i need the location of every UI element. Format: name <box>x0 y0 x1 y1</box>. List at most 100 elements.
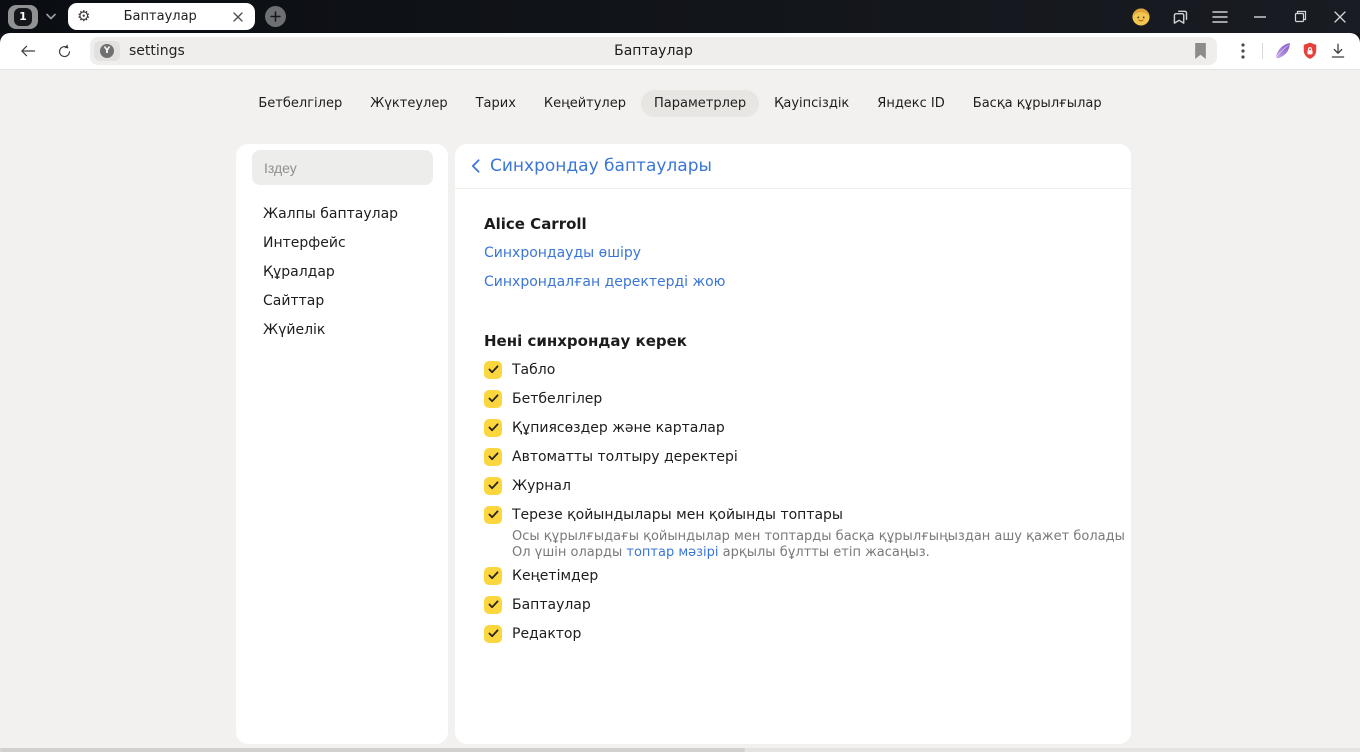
tab-security[interactable]: Қауіпсіздік <box>761 90 862 117</box>
sync-section-title: Нені синхрондау керек <box>484 331 687 350</box>
bookmark-flag-icon <box>1195 43 1206 59</box>
chevron-down-icon <box>46 13 56 20</box>
checkbox-checked[interactable] <box>484 624 502 643</box>
close-icon <box>1334 10 1346 23</box>
sync-option-settings[interactable]: Баптаулар <box>484 590 1102 619</box>
description-text: Ол үшін оларды <box>512 545 627 560</box>
tab-yandex-id[interactable]: Яндекс ID <box>864 90 958 117</box>
settings-page: Бетбелгілер Жүктеулер Тарих Кеңейтулер П… <box>0 70 1360 752</box>
close-tab-icon[interactable] <box>230 9 246 25</box>
sidebar-item-general[interactable]: Жалпы баптаулар <box>236 199 448 228</box>
refresh-icon <box>58 43 70 57</box>
minimize-icon <box>1254 15 1266 18</box>
description-line: Ол үшін оларды топтар мәзірі арқылы бұлт… <box>512 545 1102 561</box>
check-icon <box>488 365 498 374</box>
shield-lock-icon <box>1303 42 1317 59</box>
sidebar-items: Жалпы баптаулар Интерфейс Құралдар Сайтт… <box>236 199 448 344</box>
back-button[interactable] <box>14 37 42 65</box>
disable-sync-link[interactable]: Синхрондауды өшіру <box>484 245 641 261</box>
downloads-button[interactable] <box>1324 37 1352 65</box>
hamburger-icon <box>1212 10 1228 23</box>
profile-avatar[interactable] <box>1122 0 1160 33</box>
checkbox-checked[interactable] <box>484 447 502 466</box>
checkbox-checked[interactable] <box>484 505 502 524</box>
address-toolbar: Y settings Баптаулар <box>0 33 1360 70</box>
checkbox-label: Журнал <box>512 477 571 494</box>
horizontal-scrollbar[interactable] <box>0 748 1360 752</box>
protect-security-button[interactable] <box>1296 37 1324 65</box>
tab-counter-button[interactable]: 1 <box>8 4 38 29</box>
sync-settings-title: Синхрондау баптаулары <box>490 156 712 176</box>
checkbox-label: Терезе қойындылары мен қойынды топтары <box>512 506 843 523</box>
checkbox-label: Автоматты толтыру деректері <box>512 448 738 465</box>
collections-button[interactable] <box>1160 0 1200 33</box>
tabs-dropdown-button[interactable] <box>38 5 64 29</box>
sidebar-item-system[interactable]: Жүйелік <box>236 315 448 344</box>
three-dots-icon <box>1241 43 1245 59</box>
checkbox-checked[interactable] <box>484 476 502 495</box>
check-icon <box>488 452 498 461</box>
collections-icon <box>1173 10 1187 24</box>
search-input[interactable] <box>252 150 433 185</box>
sync-settings-panel: Синхрондау баптаулары Alice Carroll Синх… <box>455 144 1131 744</box>
feather-icon <box>1275 43 1290 59</box>
sync-option-extensions[interactable]: Кеңетімдер <box>484 561 1102 590</box>
scrollbar-thumb[interactable] <box>0 748 745 752</box>
chevron-left-icon <box>471 159 480 173</box>
close-window-button[interactable] <box>1320 0 1360 33</box>
bookmark-button[interactable] <box>1194 43 1207 59</box>
sidebar-item-tools[interactable]: Құралдар <box>236 257 448 286</box>
toolbar-divider <box>1262 43 1263 59</box>
check-icon <box>488 629 498 638</box>
sync-settings-header[interactable]: Синхрондау баптаулары <box>455 144 1131 189</box>
sync-option-bookmarks[interactable]: Бетбелгілер <box>484 384 1102 413</box>
minimize-button[interactable] <box>1240 0 1280 33</box>
tab-history[interactable]: Тарих <box>463 90 529 117</box>
check-icon <box>488 423 498 432</box>
link-row: Синхрондауды өшіру <box>484 238 1102 267</box>
checkbox-checked[interactable] <box>484 360 502 379</box>
sync-option-tableau[interactable]: Табло <box>484 355 1102 384</box>
zen-feather-button[interactable] <box>1268 37 1296 65</box>
description-line: Осы құрылғыдағы қойындылар мен топтарды … <box>512 529 1125 544</box>
sync-option-autofill[interactable]: Автоматты толтыру деректері <box>484 442 1102 471</box>
checkbox-label: Құпиясөздер және карталар <box>512 419 725 436</box>
checkbox-label: Табло <box>512 361 556 378</box>
checkbox-checked[interactable] <box>484 389 502 408</box>
back-arrow-icon <box>21 45 36 57</box>
sync-option-tabs-groups[interactable]: Терезе қойындылары мен қойынды топтары <box>484 500 1102 529</box>
tab-other-devices[interactable]: Басқа құрылғылар <box>960 90 1115 117</box>
checkbox-checked[interactable] <box>484 595 502 614</box>
account-name: Alice Carroll <box>484 214 587 233</box>
browser-chrome: Y settings Баптаулар Бетбелгілер Жүктеул… <box>0 33 1360 752</box>
checkbox-label: Редактор <box>512 625 582 642</box>
sync-option-passwords-cards[interactable]: Құпиясөздер және карталар <box>484 413 1102 442</box>
tab-downloads[interactable]: Жүктеулер <box>357 90 460 117</box>
more-options-button[interactable] <box>1229 37 1257 65</box>
check-icon <box>488 481 498 490</box>
tab-settings[interactable]: Параметрлер <box>641 90 760 117</box>
checkbox-checked[interactable] <box>484 418 502 437</box>
refresh-button[interactable] <box>50 37 78 65</box>
sync-option-editor[interactable]: Редактор <box>484 619 1102 648</box>
address-bar[interactable]: Y settings Баптаулар <box>90 37 1217 65</box>
check-icon <box>488 571 498 580</box>
delete-synced-data-link[interactable]: Синхрондалған деректерді жою <box>484 274 725 290</box>
browser-tab[interactable]: ⚙ Баптаулар <box>68 3 255 30</box>
check-icon <box>488 394 498 403</box>
sidebar-item-sites[interactable]: Сайттар <box>236 286 448 315</box>
tab-title: Баптаулар <box>123 9 197 24</box>
checkbox-checked[interactable] <box>484 566 502 585</box>
check-icon <box>488 600 498 609</box>
sync-option-description: Осы құрылғыдағы қойындылар мен топтарды … <box>512 529 1125 561</box>
new-tab-button[interactable] <box>265 6 286 27</box>
tab-extensions[interactable]: Кеңейтулер <box>531 90 639 117</box>
groups-menu-link[interactable]: топтар мәзірі <box>626 545 718 560</box>
tab-bookmarks[interactable]: Бетбелгілер <box>245 90 355 117</box>
checkbox-label: Кеңетімдер <box>512 567 599 584</box>
page-title: Баптаулар <box>614 43 693 59</box>
sidebar-item-interface[interactable]: Интерфейс <box>236 228 448 257</box>
sync-option-history[interactable]: Журнал <box>484 471 1102 500</box>
restore-button[interactable] <box>1280 0 1320 33</box>
menu-button[interactable] <box>1200 0 1240 33</box>
